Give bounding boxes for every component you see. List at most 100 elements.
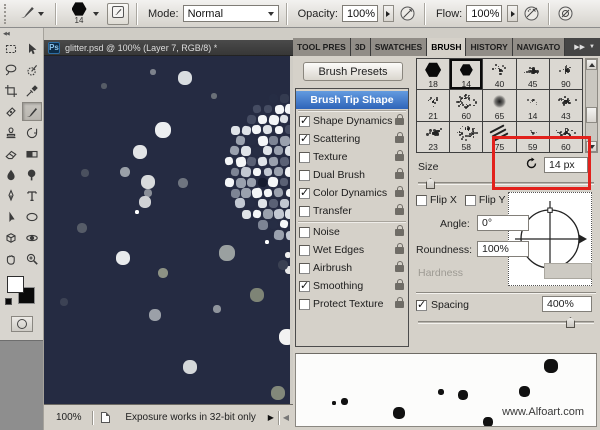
- flip-x-checkbox[interactable]: Flip X: [416, 194, 457, 206]
- lock-icon[interactable]: [395, 247, 404, 254]
- tablet-pressure-size-icon[interactable]: [556, 4, 575, 23]
- airbrush-icon[interactable]: [522, 4, 541, 23]
- brush-tip-14[interactable]: 14: [517, 90, 549, 120]
- brush-option-transfer[interactable]: Transfer: [296, 202, 408, 220]
- mode-select[interactable]: Normal: [183, 5, 279, 22]
- brush-tip-43[interactable]: 43: [550, 90, 582, 120]
- brush-tip-21[interactable]: 21: [417, 90, 449, 120]
- foreground-color-swatch[interactable]: [7, 276, 24, 293]
- brush-option-texture[interactable]: Texture: [296, 148, 408, 166]
- more-panels-icon[interactable]: ▶▶: [574, 43, 585, 51]
- tab-brush[interactable]: BRUSH: [427, 38, 466, 56]
- spacing-input[interactable]: 400%: [542, 296, 592, 312]
- angle-input[interactable]: 0°: [477, 215, 529, 231]
- document-canvas[interactable]: [44, 56, 290, 404]
- document-titlebar[interactable]: Ps glitter.psd @ 100% (Layer 7, RGB/8) *: [44, 40, 293, 56]
- brush-tip-90[interactable]: 90: [550, 59, 582, 89]
- lock-icon[interactable]: [395, 283, 404, 290]
- crop-tool[interactable]: [1, 81, 21, 100]
- brush-option-brush-tip-shape[interactable]: Brush Tip Shape: [296, 91, 408, 109]
- option-checkbox[interactable]: [299, 281, 310, 292]
- toggle-brush-panel-button[interactable]: [107, 3, 129, 25]
- spacing-slider[interactable]: [418, 321, 594, 324]
- brush-tool[interactable]: [22, 102, 42, 121]
- panel-menu-icon[interactable]: ▼: [589, 44, 595, 50]
- flip-y-checkbox[interactable]: Flip Y: [465, 194, 506, 206]
- brush-tip-40[interactable]: 40: [483, 59, 515, 89]
- options-bar-grip[interactable]: [4, 4, 8, 24]
- lock-icon[interactable]: [395, 265, 404, 272]
- lasso-tool[interactable]: [1, 60, 21, 79]
- dodge-tool[interactable]: [22, 165, 42, 184]
- history-brush-tool[interactable]: [22, 123, 42, 142]
- option-checkbox[interactable]: [299, 134, 310, 145]
- brush-tip-23[interactable]: 23: [417, 122, 449, 152]
- eyedropper-tool[interactable]: [22, 81, 42, 100]
- eraser-tool[interactable]: [1, 144, 21, 163]
- opacity-slider-button[interactable]: [383, 5, 394, 22]
- quick-selection-tool[interactable]: [22, 60, 42, 79]
- brush-option-shape-dynamics[interactable]: Shape Dynamics: [296, 112, 408, 130]
- lock-icon[interactable]: [395, 208, 404, 215]
- option-checkbox[interactable]: [299, 188, 310, 199]
- flow-slider-button[interactable]: [507, 5, 518, 22]
- lock-icon[interactable]: [395, 190, 404, 197]
- brush-preset-picker[interactable]: 14: [63, 0, 103, 28]
- brush-tip-14[interactable]: 14: [450, 59, 482, 89]
- option-checkbox[interactable]: [299, 227, 310, 238]
- 3d-orbit-tool[interactable]: [22, 228, 42, 247]
- brush-option-smoothing[interactable]: Smoothing: [296, 277, 408, 295]
- spacing-checkbox[interactable]: [416, 300, 427, 311]
- option-checkbox[interactable]: [299, 116, 310, 127]
- option-checkbox[interactable]: [299, 245, 310, 256]
- brush-option-scattering[interactable]: Scattering: [296, 130, 408, 148]
- default-colors-icon[interactable]: [5, 298, 12, 305]
- horizontal-type-tool[interactable]: [22, 186, 42, 205]
- clone-stamp-tool[interactable]: [1, 123, 21, 142]
- hand-tool[interactable]: [1, 249, 21, 268]
- path-selection-tool[interactable]: [1, 207, 21, 226]
- lock-icon[interactable]: [395, 229, 404, 236]
- flow-input[interactable]: 100%: [466, 5, 502, 22]
- brush-tip-65[interactable]: 65: [483, 90, 515, 120]
- spacing-slider-thumb[interactable]: [566, 317, 575, 328]
- brush-option-color-dynamics[interactable]: Color Dynamics: [296, 184, 408, 202]
- lock-icon[interactable]: [395, 172, 404, 179]
- gradient-tool[interactable]: [22, 144, 42, 163]
- brush-tip-18[interactable]: 18: [417, 59, 449, 89]
- rectangular-marquee-tool[interactable]: [1, 39, 21, 58]
- brush-presets-button[interactable]: Brush Presets: [303, 62, 403, 81]
- option-checkbox[interactable]: [299, 299, 310, 310]
- flip-x-box[interactable]: [416, 195, 427, 206]
- brush-tip-60[interactable]: 60: [450, 90, 482, 120]
- brush-option-dual-brush[interactable]: Dual Brush: [296, 166, 408, 184]
- flip-y-box[interactable]: [465, 195, 476, 206]
- brush-option-wet-edges[interactable]: Wet Edges: [296, 241, 408, 259]
- scrollbar-thumb[interactable]: [586, 107, 597, 123]
- spot-healing-brush-tool[interactable]: [1, 102, 21, 121]
- tablet-pressure-opacity-icon[interactable]: [398, 4, 417, 23]
- move-tool[interactable]: [22, 39, 42, 58]
- lock-icon[interactable]: [395, 301, 404, 308]
- tab-navigato[interactable]: NAVIGATO: [513, 38, 565, 56]
- brush-tip-58[interactable]: 58: [450, 122, 482, 152]
- option-checkbox[interactable]: [299, 170, 310, 181]
- scroll-up-icon[interactable]: [586, 59, 597, 70]
- tab-swatches[interactable]: SWATCHES: [371, 38, 428, 56]
- option-checkbox[interactable]: [299, 152, 310, 163]
- tab-3d[interactable]: 3D: [351, 38, 371, 56]
- opacity-input[interactable]: 100%: [342, 5, 378, 22]
- brush-option-noise[interactable]: Noise: [296, 223, 408, 241]
- zoom-level[interactable]: 100%: [44, 412, 92, 423]
- brush-option-airbrush[interactable]: Airbrush: [296, 259, 408, 277]
- brush-option-protect-texture[interactable]: Protect Texture: [296, 295, 408, 313]
- palette-collapse-icon[interactable]: ◀◀: [0, 28, 43, 39]
- ellipse-shape-tool[interactable]: [22, 207, 42, 226]
- current-tool-button[interactable]: [14, 0, 48, 27]
- option-checkbox[interactable]: [299, 206, 310, 217]
- blur-tool[interactable]: [1, 165, 21, 184]
- lock-icon[interactable]: [395, 136, 404, 143]
- brush-tip-45[interactable]: 45: [517, 59, 549, 89]
- option-checkbox[interactable]: [299, 263, 310, 274]
- lock-icon[interactable]: [395, 118, 404, 125]
